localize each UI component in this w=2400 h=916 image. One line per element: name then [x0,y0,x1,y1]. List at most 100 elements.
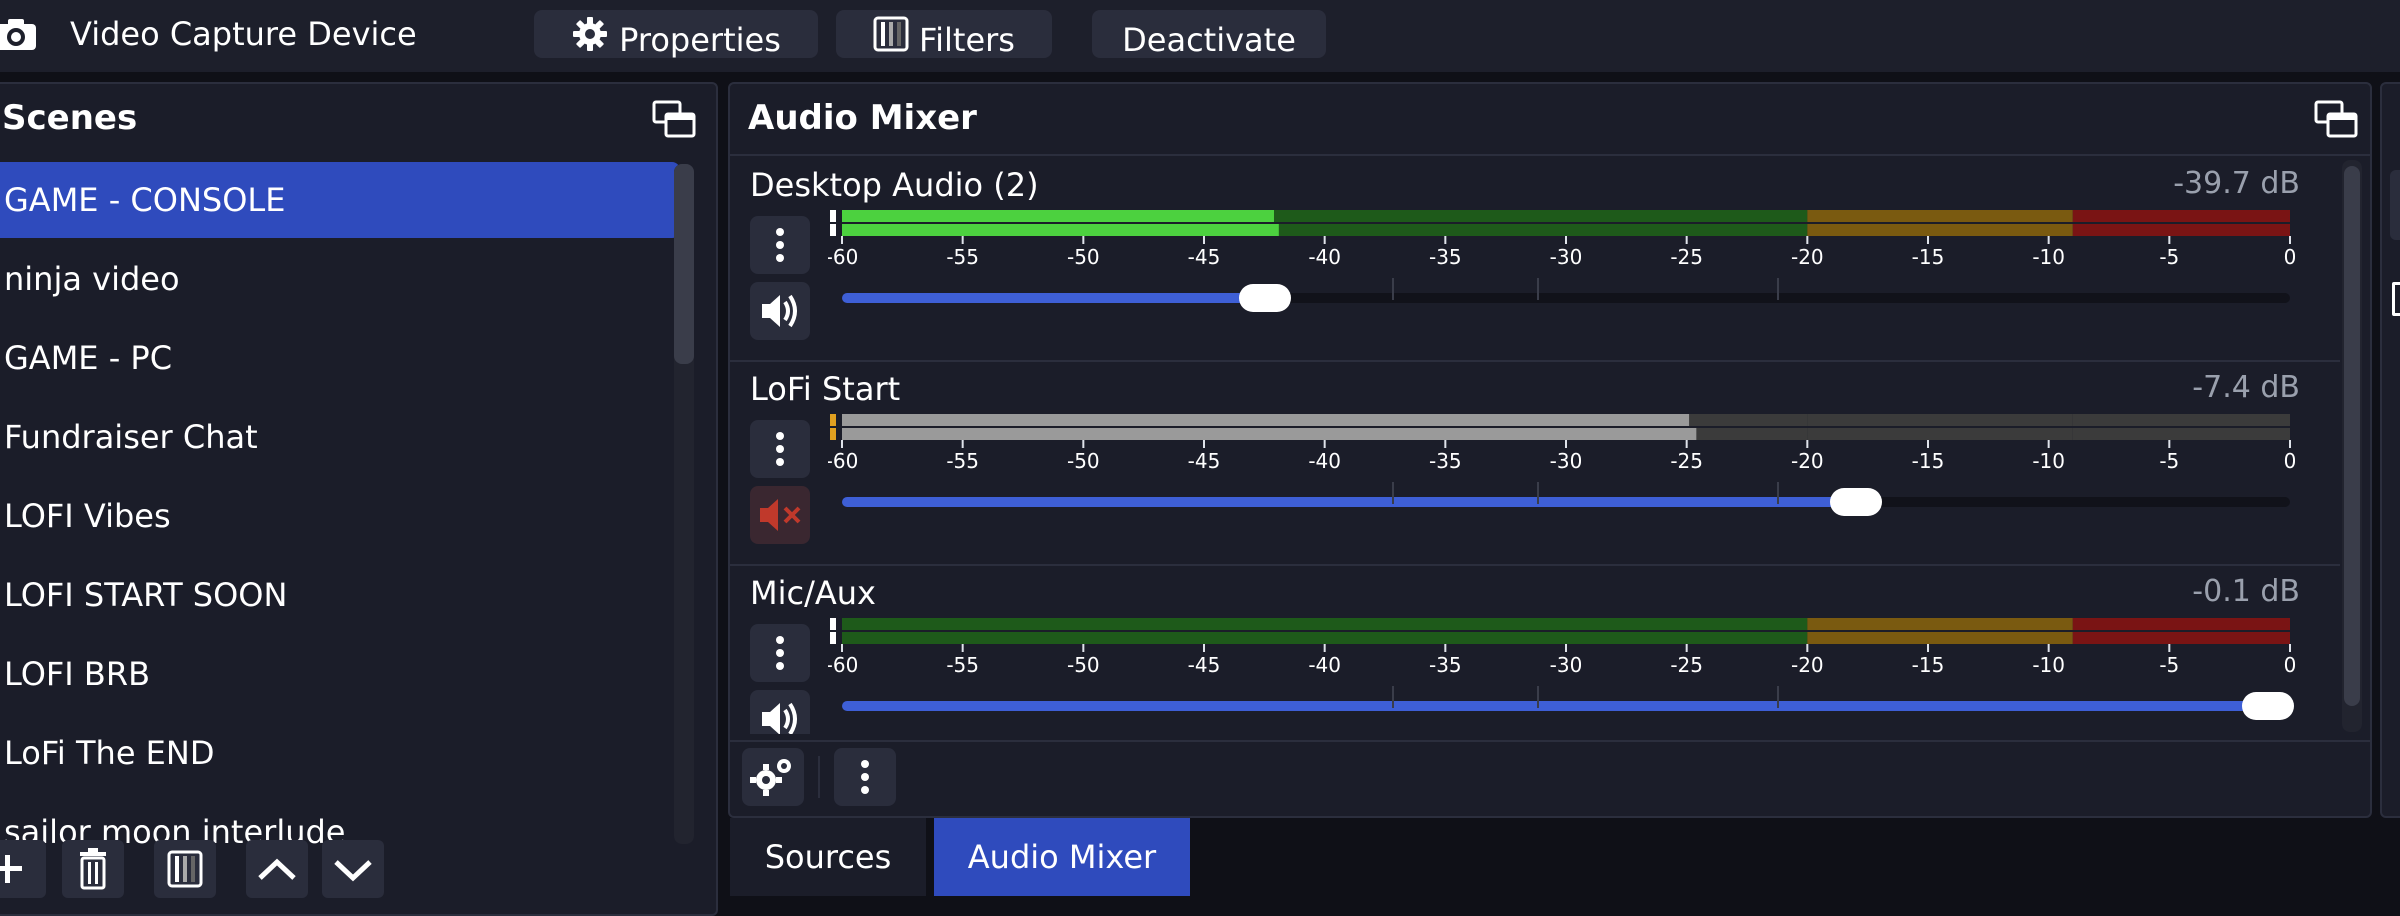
slider-fill [842,701,2269,711]
channel-menu-button[interactable] [750,624,810,682]
scenes-dock: Scenes GAME - CONSOLE ninja video GAME -… [0,82,718,916]
slider-fill [842,497,1856,507]
meter-peak-indicator [830,632,836,644]
scene-item[interactable]: GAME - CONSOLE [0,162,680,238]
slider-handle[interactable] [1829,488,1882,516]
advanced-audio-properties-button[interactable] [742,748,804,806]
scene-item[interactable]: ninja video [0,241,680,317]
speaker-icon [762,702,797,734]
properties-label: Properties [619,21,781,58]
scene-item[interactable]: Fundraiser Chat [0,399,680,475]
plus-icon [0,855,22,883]
filters-icon [167,850,203,888]
meter-tick [841,236,843,244]
meter-tick [1323,236,1326,244]
filters-button[interactable]: Filters [836,10,1052,58]
meter-tick [1203,440,1205,448]
scene-filters-button[interactable] [154,840,216,898]
mixer-scrollbar-thumb[interactable] [2344,166,2360,706]
meter-tick [2047,236,2050,244]
mixer-scrollbar[interactable] [2342,160,2362,732]
meter-tick-label: -15 [1912,245,1945,268]
meter-tick-label: -25 [1670,245,1703,268]
slider-tick [1392,278,1395,300]
mute-button[interactable] [750,282,810,340]
dock-edge-button[interactable] [2390,170,2400,240]
meter-level-bar [842,210,1274,222]
channel-volume-slider[interactable] [828,268,2300,328]
toolbar-divider [730,740,2370,742]
meter-tick-label: -30 [1550,245,1583,268]
meter-tick [1685,440,1688,448]
meter-tick-label: 0 [2284,449,2297,472]
meter-tick [1806,236,1809,244]
meter-tick [2289,440,2291,448]
channel-volume-slider[interactable] [828,676,2300,734]
scenes-title: Scenes [2,98,138,138]
scene-item[interactable]: LOFI Vibes [0,478,680,554]
channel-volume-db: -0.1 dB [2192,574,2300,609]
meter-tick-label: -5 [2159,653,2179,676]
source-toolbar: Video Capture Device Properties Filters … [0,0,2400,72]
scene-item[interactable]: LOFI BRB [0,636,680,712]
meter-peak-indicator [830,414,836,426]
scene-item[interactable]: LOFI START SOON [0,557,680,633]
meter-tick [1444,236,1447,244]
meter-segment [2072,618,2290,630]
mixer-menu-button[interactable] [834,748,896,806]
add-scene-button[interactable] [0,840,46,898]
channel-meter: -60 -55 -50 -45 -40 -35 -30 -25 -20 -15 -10 -5 0 [828,414,2297,472]
meter-tick-label: -10 [2032,653,2065,676]
meter-tick [1082,236,1085,244]
meter-peak-indicator [830,618,836,630]
tab-sources[interactable]: Sources [730,818,926,896]
meter-tick-label: -50 [1067,653,1100,676]
move-scene-down-button[interactable] [322,840,384,898]
meter-tick [1203,644,1205,652]
meter-tick-label: -55 [946,449,979,472]
slider-handle[interactable] [2242,692,2295,720]
mute-button[interactable] [750,690,810,734]
meter-tick-label: -55 [946,653,979,676]
meter-tick-label: -35 [1429,449,1462,472]
undock-icon[interactable] [652,100,696,140]
meter-tick-label: 0 [2284,245,2297,268]
channel-menu-button[interactable] [750,216,810,274]
slider-tick [1537,278,1540,300]
meter-segment [2072,224,2290,236]
remove-scene-button[interactable] [62,840,124,898]
meter-tick-label: -20 [1791,449,1824,472]
meter-tick [1806,440,1809,448]
speaker-muted-icon [760,499,801,531]
meter-segment [1807,414,2073,426]
slider-tick [1392,482,1395,504]
channel-name: LoFi Start [750,370,901,408]
undock-icon[interactable] [2314,100,2358,140]
meter-tick-label: -30 [1550,653,1583,676]
scenes-scrollbar-thumb[interactable] [674,164,694,364]
meter-tick-label: -30 [1550,449,1583,472]
deactivate-button[interactable]: Deactivate [1092,10,1326,58]
dock-edge-icon [2392,282,2400,316]
meter-level-bar [842,224,1279,236]
meter-tick-label: -10 [2032,449,2065,472]
slider-handle[interactable] [1238,284,1291,312]
meter-tick [2047,644,2050,652]
move-scene-up-button[interactable] [246,840,308,898]
tab-audio-mixer[interactable]: Audio Mixer [934,818,1190,896]
slider-tick [1777,686,1780,708]
channel-menu-button[interactable] [750,420,810,478]
meter-tick-label: -25 [1670,653,1703,676]
properties-button[interactable]: Properties [534,10,818,58]
scene-item[interactable]: GAME - PC [0,320,680,396]
mute-button[interactable] [750,486,810,544]
scenes-scrollbar[interactable] [674,164,694,844]
meter-tick [961,440,964,448]
channel-volume-slider[interactable] [828,472,2300,532]
chevron-up-icon [258,858,296,880]
meter-segment [1807,632,2073,644]
meter-segment [2072,428,2290,440]
scene-item[interactable]: LoFi The END [0,715,680,791]
meter-tick [961,236,964,244]
deactivate-label: Deactivate [1122,21,1296,58]
